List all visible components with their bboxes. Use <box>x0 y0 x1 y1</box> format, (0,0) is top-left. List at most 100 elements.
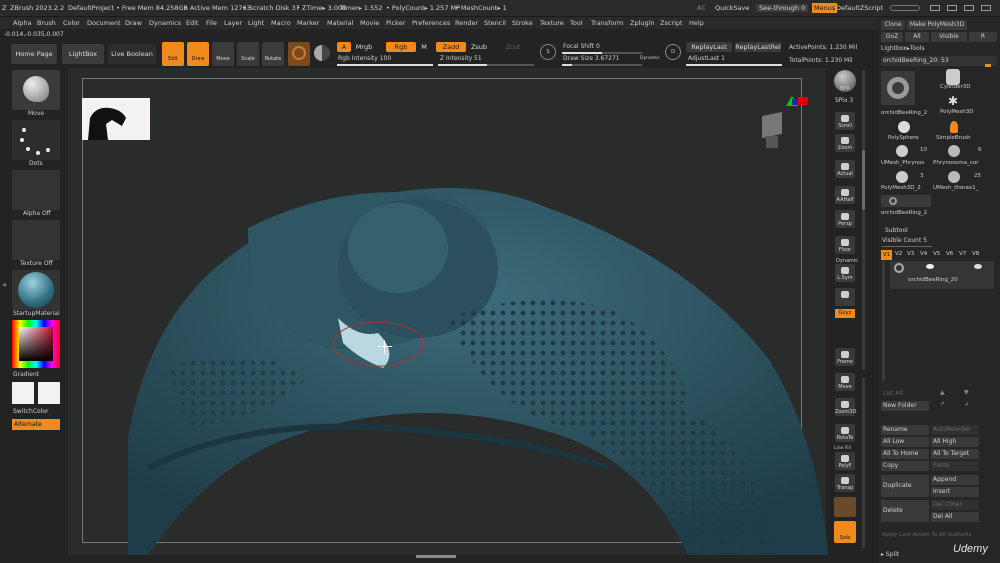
material-toggle-icon[interactable] <box>314 45 330 61</box>
sphere-brush-icon[interactable] <box>288 42 310 66</box>
rgb-intensity-slider[interactable] <box>337 64 433 66</box>
subtool-scrollbar[interactable] <box>882 261 885 381</box>
main-color-swatch[interactable] <box>12 382 34 404</box>
zadd-button[interactable]: Zadd <box>436 42 466 52</box>
menu-alpha[interactable]: Alpha <box>13 19 31 27</box>
umesh-thorax-icon[interactable] <box>948 171 960 183</box>
all-button[interactable]: All <box>905 32 929 42</box>
spix-slider[interactable]: SPix 3 <box>835 97 853 104</box>
lsym-button[interactable]: L.Sym <box>835 264 855 282</box>
menus-button[interactable]: Menus <box>812 3 838 13</box>
ui-toggle-icon[interactable] <box>890 5 920 11</box>
ghost-button[interactable] <box>834 497 856 517</box>
subtool-tab-v7[interactable]: V7 <box>959 251 966 257</box>
edit-button[interactable]: Edit <box>162 42 184 66</box>
duplicate-button[interactable]: Duplicate <box>881 475 929 497</box>
rotate-button[interactable]: Rotate <box>262 42 284 66</box>
subtool-tab-v8[interactable]: V8 <box>972 251 979 257</box>
make-polymesh-button[interactable]: Make PolyMesh3D <box>907 20 967 30</box>
scroll-button[interactable]: Scroll <box>835 112 855 130</box>
minimize-icon[interactable] <box>930 5 940 11</box>
frame-button[interactable]: Frame <box>835 348 855 366</box>
transp-button[interactable]: Transp <box>835 474 855 492</box>
menu-stencil[interactable]: Stencil <box>484 19 506 27</box>
all-low-button[interactable]: All Low <box>881 437 929 447</box>
insert-button[interactable]: Insert <box>931 487 979 497</box>
current-tool-slider[interactable]: orchidBeeRing_20. 53 <box>881 56 997 66</box>
subtool-header[interactable]: Subtool <box>885 227 908 234</box>
subtool-tab-v2[interactable]: V2 <box>895 251 902 257</box>
alternate-button[interactable]: Alternate <box>12 419 60 430</box>
zsub-button[interactable]: Zsub <box>468 42 490 52</box>
actual-button[interactable]: Actual <box>835 160 855 178</box>
orientation-gizmo-icon[interactable] <box>758 108 788 152</box>
rotate-view-button[interactable]: RotaTe <box>835 424 855 442</box>
copy-button[interactable]: Copy <box>881 461 929 471</box>
menu-movie[interactable]: Movie <box>360 19 379 27</box>
menu-edit[interactable]: Edit <box>186 19 199 27</box>
draw-button[interactable]: Draw <box>187 42 209 66</box>
split-section-header[interactable]: ▸ Split <box>881 551 899 558</box>
menu-preferences[interactable]: Preferences <box>412 19 450 27</box>
menu-dynamics[interactable]: Dynamics <box>149 19 181 27</box>
menu-transform[interactable]: Transform <box>591 19 623 27</box>
all-high-button[interactable]: All High <box>931 437 979 447</box>
menu-picker[interactable]: Picker <box>386 19 405 27</box>
a-button[interactable]: A <box>337 42 351 52</box>
x-axis-icon[interactable] <box>798 97 808 105</box>
subtool-item[interactable]: orchidBeeRing_20 <box>890 261 994 289</box>
new-folder-button[interactable]: New Folder <box>881 401 929 411</box>
m-button[interactable]: M <box>418 42 430 52</box>
lightbox-tools-button[interactable]: Lightbox▸Tools <box>881 44 933 54</box>
z-intensity-slider[interactable] <box>438 64 534 66</box>
append-button[interactable]: Append <box>931 475 979 485</box>
visible-button[interactable]: Visible <box>931 32 967 42</box>
live-boolean-button[interactable]: Live Boolean <box>108 44 156 64</box>
material-thumbnail[interactable] <box>12 270 60 310</box>
polymesh3d2-icon[interactable] <box>896 171 908 183</box>
polysphere-icon[interactable] <box>898 121 910 133</box>
all-to-home-button[interactable]: All To Home <box>881 449 929 459</box>
adjust-last-slider[interactable] <box>686 64 782 66</box>
r-button[interactable]: R <box>969 32 997 42</box>
brush-thumbnail[interactable] <box>12 70 60 110</box>
focal-shift-slider[interactable] <box>562 52 642 54</box>
alpha-thumbnail[interactable] <box>12 170 60 210</box>
tool-thumb-ring-small[interactable] <box>881 195 931 207</box>
phrynosoma-icon[interactable] <box>948 145 960 157</box>
default-zscript[interactable]: DefaultZScript <box>836 4 883 12</box>
list-all-button[interactable]: List All <box>883 390 903 397</box>
menu-layer[interactable]: Layer <box>224 19 242 27</box>
polyf-button[interactable]: PolyF <box>835 452 855 470</box>
menu-texture[interactable]: Texture <box>540 19 564 27</box>
clone-button[interactable]: Clone <box>881 20 905 30</box>
d-toggle[interactable]: D <box>665 44 681 60</box>
move-view-button[interactable]: Move <box>835 373 855 391</box>
menu-marker[interactable]: Marker <box>297 19 319 27</box>
bottom-tray-handle[interactable] <box>416 555 456 558</box>
home-page-button[interactable]: Home Page <box>11 44 57 64</box>
secondary-color-swatch[interactable] <box>38 382 60 404</box>
move-down-arrow-icon[interactable]: ▼ <box>964 389 969 396</box>
polymesh-star-icon[interactable]: ✱ <box>948 95 958 107</box>
persp-button[interactable]: Persp <box>835 210 855 228</box>
umesh-phrynos-icon[interactable] <box>896 145 908 157</box>
menu-render[interactable]: Render <box>455 19 478 27</box>
menu-draw[interactable]: Draw <box>125 19 142 27</box>
draw-size-slider[interactable] <box>562 64 642 66</box>
left-tray-arrow-icon[interactable]: ◂ <box>2 280 8 294</box>
texture-thumbnail[interactable] <box>12 220 60 260</box>
auto-reorder-button[interactable]: AutoReorder <box>931 425 979 435</box>
cylinder-icon[interactable] <box>946 69 960 85</box>
menu-tool[interactable]: Tool <box>570 19 583 27</box>
navigator-thumbnail[interactable] <box>82 98 150 140</box>
move-arrow-down-icon[interactable]: ↲ <box>964 401 969 408</box>
move-up-arrow-icon[interactable]: ▲ <box>940 389 945 396</box>
color-picker[interactable] <box>12 320 60 368</box>
right-scrollbar-lower[interactable] <box>862 378 865 548</box>
menu-brush[interactable]: Brush <box>37 19 56 27</box>
del-all-button[interactable]: Del All <box>931 512 979 522</box>
lightbox-button[interactable]: LightBox <box>62 44 104 64</box>
replay-last-button[interactable]: ReplayLast <box>686 42 732 52</box>
del-other-button[interactable]: Del Other <box>931 500 979 510</box>
